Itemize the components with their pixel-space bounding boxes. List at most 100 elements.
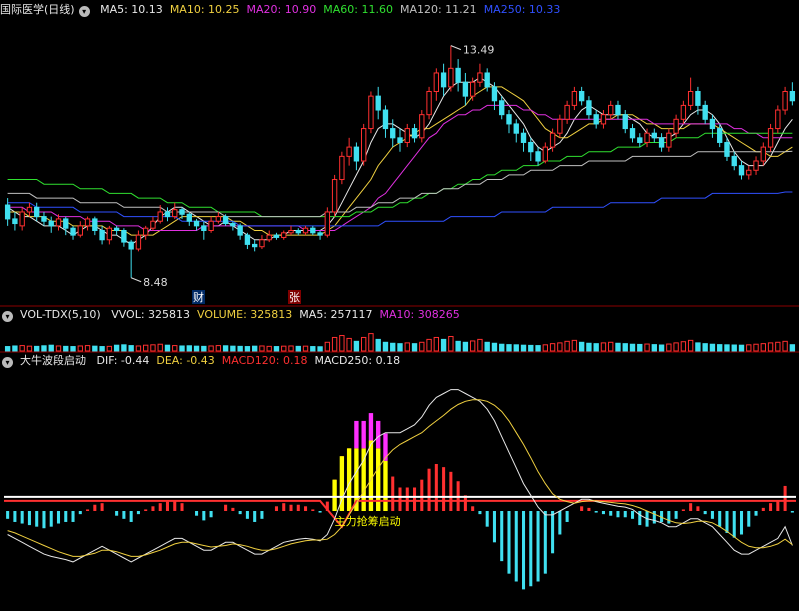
volume-bar (360, 336, 367, 352)
candle-body (26, 206, 33, 213)
signal-yellow-bar (332, 479, 337, 511)
volume-bar (63, 345, 69, 352)
volume-bar (12, 345, 18, 352)
volume-header-value-2: MA5: 257117 (299, 308, 373, 321)
volume-bar (70, 346, 76, 352)
candle-body (208, 220, 214, 232)
candle-body (92, 218, 98, 232)
volume-bar (19, 345, 25, 352)
volume-bar (658, 344, 665, 352)
candle-body (55, 218, 62, 227)
volume-bar (331, 336, 338, 352)
signal-magenta-bar (376, 420, 381, 449)
low-marker-line (130, 277, 142, 283)
stock-chart-canvas[interactable]: 13.49 8.48 财 张主力抢筹启动 (0, 0, 799, 611)
volume-bar (608, 341, 614, 352)
candle-body (419, 114, 425, 139)
volume-bar (680, 341, 687, 352)
candle-body (77, 225, 83, 236)
volume-bar (222, 345, 229, 352)
candle-body (760, 146, 766, 162)
candle-body (477, 72, 483, 83)
ma-line-ma120 (7, 150, 793, 218)
candle-body (135, 234, 142, 250)
volume-bar (281, 345, 287, 352)
high-marker-line (450, 45, 462, 51)
candle-body (680, 104, 687, 120)
candle-body (48, 220, 54, 227)
volume-bar (433, 336, 440, 352)
volume-bar (186, 345, 192, 352)
candle-body (542, 146, 549, 162)
volume-indicator-name[interactable]: VOL-TDX(5,10) (20, 308, 101, 321)
candle-body (281, 232, 287, 238)
volume-bar (251, 345, 258, 352)
indicator-header-value-2: MACD120: 0.18 (221, 354, 308, 367)
candle-body (426, 91, 432, 116)
candle-body (440, 72, 447, 88)
signal-magenta-bar (361, 420, 366, 449)
candle-body (593, 114, 599, 125)
volume-bar (440, 338, 447, 352)
volume-header-value-1: VOLUME: 325813 (197, 308, 293, 321)
price-header-value-2: MA20: 10.90 (246, 3, 317, 16)
candle-body (731, 155, 737, 167)
candle-body (586, 100, 592, 116)
zhang-badge-label: 张 (289, 291, 300, 304)
ma-line-ma250 (7, 191, 793, 227)
candle-body (121, 230, 127, 243)
volume-bar (571, 339, 578, 352)
volume-bar (164, 344, 171, 352)
chevron-down-icon[interactable]: ▾ (78, 6, 90, 17)
candle-body (4, 204, 11, 220)
candle-body (288, 230, 294, 234)
indicator-name[interactable]: 大牛波段启动 (20, 354, 86, 367)
volume-bar (48, 344, 54, 352)
candle-body (549, 132, 556, 148)
candle-body (775, 109, 781, 130)
candle-body (564, 104, 570, 120)
volume-bar (731, 344, 737, 352)
volume-bar (528, 344, 534, 352)
volume-bar (760, 343, 766, 352)
volume-panel-header: ▾ VOL-TDX(5,10) VVOL: 325813 VOLUME: 32581… (0, 307, 474, 323)
volume-bar (193, 345, 200, 352)
candle-body (222, 216, 229, 225)
chevron-down-icon[interactable]: ▾ (2, 357, 13, 368)
volume-bar (150, 344, 156, 352)
candle-body (520, 132, 527, 143)
volume-bar (310, 346, 316, 352)
volume-bar (709, 343, 716, 352)
candle-body (651, 132, 657, 139)
volume-bar (397, 343, 403, 352)
candle-body (629, 128, 636, 139)
indicator-header-value-1: DEA: -0.43 (156, 354, 215, 367)
candle-body (462, 81, 469, 97)
volume-bar (411, 343, 418, 352)
candle-body (230, 223, 236, 227)
volume-bar (593, 343, 599, 352)
candle-body (295, 230, 301, 234)
volume-bar (782, 340, 788, 352)
signal-yellow-bar (346, 448, 352, 511)
candle-body (499, 100, 505, 116)
price-panel-header: 国际医学(日线) ▾ MA5: 10.13 MA10: 10.25 MA20: 10.… (0, 2, 574, 18)
signal-label: 主力抢筹启动 (335, 514, 401, 528)
volume-bar (368, 333, 374, 352)
candle-body (608, 104, 614, 116)
volume-bar (615, 342, 621, 352)
stock-title[interactable]: 国际医学(日线) (0, 3, 75, 16)
candle-body (331, 179, 338, 213)
signal-magenta-bar (354, 420, 359, 449)
candle-body (455, 67, 461, 83)
candle-body (201, 225, 207, 232)
chevron-down-icon[interactable]: ▾ (2, 311, 13, 322)
volume-bar (172, 345, 178, 352)
volume-bar (629, 343, 636, 352)
volume-bar (128, 345, 134, 352)
candle-body (19, 211, 25, 227)
volume-bar (578, 341, 585, 352)
volume-bar (419, 341, 425, 352)
volume-bar (462, 341, 469, 352)
candle-body (666, 132, 672, 148)
